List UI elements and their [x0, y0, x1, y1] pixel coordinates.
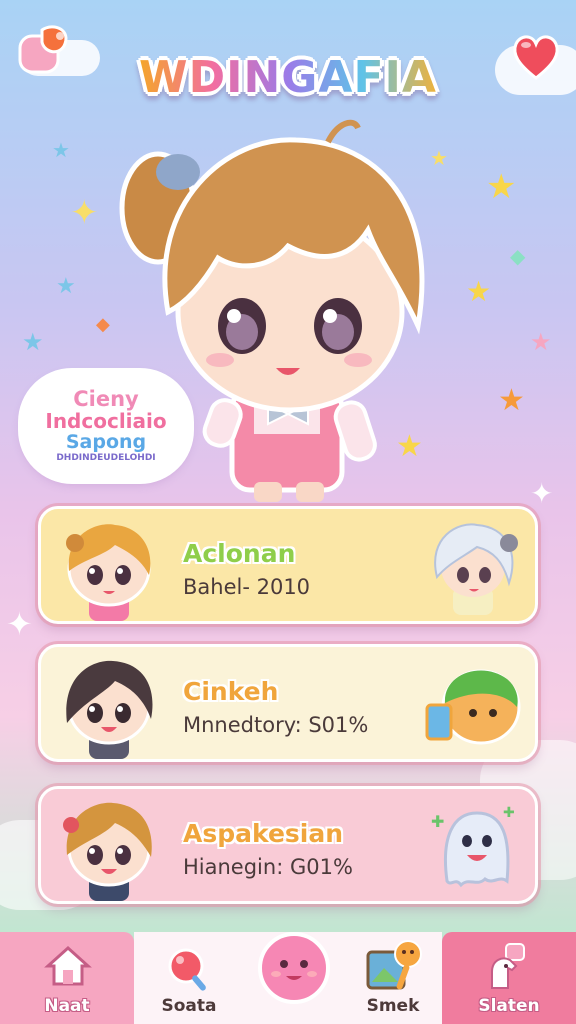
nav-gallery-button[interactable]: Smek: [344, 932, 442, 1024]
svg-text:✚: ✚: [503, 805, 515, 821]
lollipop-icon: [166, 946, 212, 992]
character-name: Aspakesian: [183, 819, 344, 848]
character-name: Aclonan: [183, 539, 296, 568]
nav-shop-button[interactable]: Soata: [134, 932, 244, 1024]
character-avatar: [55, 515, 163, 623]
star-icon: ◆: [96, 314, 110, 335]
character-avatar: [55, 653, 163, 761]
nav-settings-button[interactable]: Slaten: [442, 932, 576, 1024]
blob-character-icon: [256, 930, 332, 1006]
bubble-line-4: DHDINDEUDELOHDI: [56, 453, 156, 463]
character-info: Bahel- 2010: [183, 575, 311, 599]
ghost-creature-icon: ✚ ✚: [423, 797, 523, 897]
nav-label: Slaten: [478, 996, 540, 1016]
character-card-2[interactable]: Cinkeh Mnnedtory: S01%: [38, 644, 538, 762]
unicorn-icon: [482, 940, 534, 992]
character-info: Hianegin: G01%: [183, 855, 353, 879]
nav-center-button[interactable]: [244, 932, 344, 1024]
speech-bubble: Cieny Indcocliaio Sapong DHDINDEUDELOHDI: [22, 372, 190, 480]
star-icon: ★: [498, 383, 525, 418]
svg-text:✚: ✚: [431, 812, 444, 831]
star-icon: ★: [486, 167, 517, 207]
star-icon: ✦: [70, 193, 99, 233]
nav-label: Smek: [366, 996, 420, 1016]
character-info: Mnnedtory: S01%: [183, 713, 369, 737]
star-icon: ★: [466, 275, 492, 308]
character-avatar: [55, 795, 163, 903]
bubble-line-2: Indcocliaio: [45, 409, 167, 433]
green-blob-creature-icon: [423, 655, 523, 755]
game-title: WDINGAFIA: [139, 52, 437, 103]
nav-home-button[interactable]: Naat: [0, 932, 134, 1024]
photo-icon: [364, 938, 424, 994]
star-icon: ◆: [510, 244, 526, 268]
character-name: Cinkeh: [183, 677, 279, 706]
bottom-navigation: Naat Soata Smek Slaten: [0, 932, 576, 1024]
nav-label: Soata: [161, 996, 217, 1016]
nav-label: Naat: [44, 996, 90, 1016]
star-icon: ★: [52, 138, 70, 162]
character-card-1[interactable]: Aclonan Bahel- 2010: [38, 506, 538, 624]
home-icon: [44, 944, 92, 988]
star-icon: ✦: [6, 605, 33, 643]
white-haired-character-icon: [423, 517, 523, 617]
bubble-line-1: Cieny: [73, 387, 139, 411]
bubble-line-3: Sapong: [65, 431, 147, 453]
character-card-3[interactable]: Aspakesian Hianegin: G01% ✚ ✚: [38, 786, 538, 904]
star-icon: ★: [22, 328, 44, 356]
star-icon: ✦: [530, 477, 554, 510]
star-icon: ★: [56, 274, 76, 299]
star-icon: ★: [530, 328, 552, 356]
